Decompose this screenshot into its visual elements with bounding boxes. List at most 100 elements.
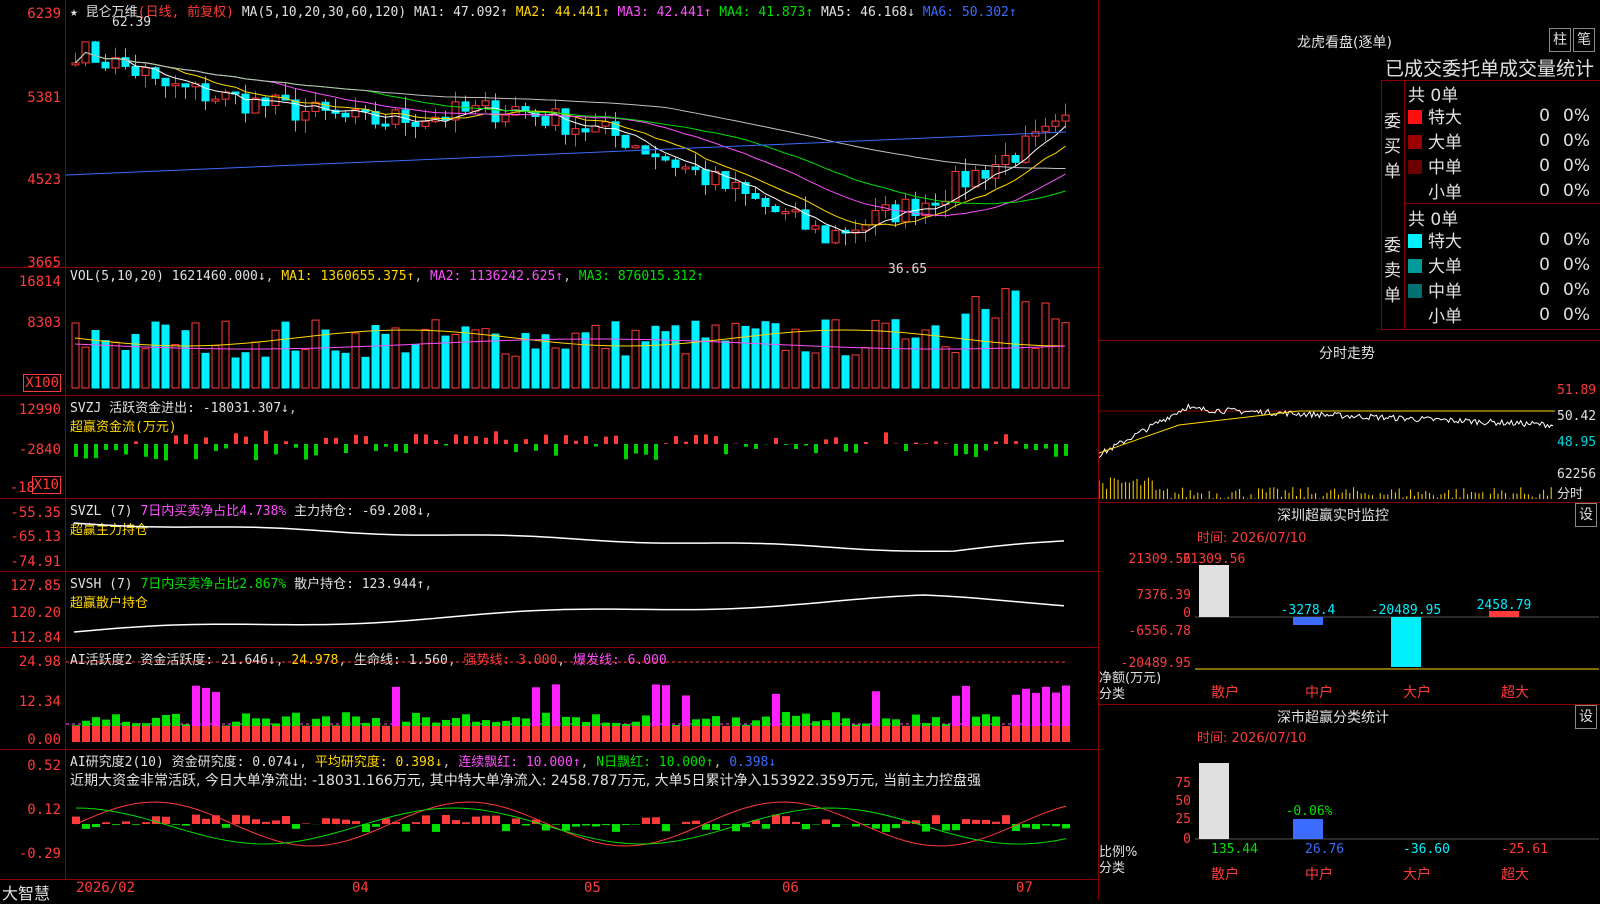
tick: 0: [1183, 606, 1191, 621]
volume-bar: [112, 342, 119, 388]
candle: [182, 84, 189, 87]
activity-base: [572, 726, 580, 742]
volume-bar: [882, 323, 889, 388]
row-pct: 0%: [1550, 227, 1590, 252]
ai-axis: 24.98 12.34 0.00: [0, 648, 66, 749]
volume-bar: [972, 297, 979, 388]
svsh-panel[interactable]: 127.85 120.20 112.84 SVSH (7) 7日内买卖净占比2.…: [0, 572, 1098, 648]
svsh-axis: 127.85 120.20 112.84: [0, 572, 66, 647]
research-bar: [222, 824, 230, 828]
research-bar: [302, 823, 310, 824]
volume-bar: [942, 347, 949, 388]
bar-value: -20489.95: [1371, 603, 1441, 618]
flow-bar: [594, 444, 598, 446]
svzj-panel[interactable]: 12990 -2840 -18 X10 SVZJ 活跃资金进出: -18031.…: [0, 396, 1098, 499]
row-pct: 0%: [1550, 103, 1590, 128]
research-bar: [692, 821, 700, 824]
volume-bar: [812, 353, 819, 388]
activity-base: [492, 726, 500, 742]
tick-view-button[interactable]: 笔: [1573, 28, 1595, 52]
volume-bar: [92, 331, 99, 388]
monitor-panel[interactable]: 深圳超赢实时监控 设 时间: 2026/07/10 净额(万元) 分类 2130…: [1098, 502, 1600, 704]
volume-bar: [192, 323, 199, 388]
activity-base: [962, 726, 970, 742]
research-bar: [112, 824, 120, 825]
price-panel[interactable]: 6239 5381 4523 3665 ★ 昆仑万维(日线, 前复权) MA(5…: [0, 0, 1098, 268]
candle: [812, 226, 819, 229]
flow-bar: [494, 431, 498, 444]
flow-bar: [614, 436, 618, 444]
flow-bar: [124, 444, 128, 454]
flow-bar: [94, 444, 98, 458]
svsh-chart[interactable]: [66, 572, 1098, 648]
sell-row-s: 小单00%: [1408, 302, 1590, 327]
activity-base: [352, 726, 360, 742]
activity-base: [942, 726, 950, 742]
flow-bar: [994, 441, 998, 444]
svzl-panel[interactable]: -55.35 -65.13 -74.91 SVZL (7) 7日内买卖净占比4.…: [0, 499, 1098, 572]
volume-bar: [512, 356, 519, 388]
volume-bar: [122, 350, 129, 388]
volume-bar: [302, 350, 309, 388]
activity-base: [392, 726, 400, 742]
research-bar: [92, 824, 100, 827]
flow-bar: [314, 444, 318, 455]
volume-panel[interactable]: 16814 8303 X100 VOL(5,10,20) 1621460.000…: [0, 268, 1098, 396]
volume-bar: [182, 331, 189, 388]
row-label: 小单: [1428, 307, 1462, 327]
bar-value: -3278.4: [1281, 603, 1336, 618]
lhb-panel: 龙虎看盘(逐单) 柱 笔 已成交委托单成交量统计 委买单 委卖单 共 0单 特大…: [1098, 0, 1600, 340]
flow-bar: [674, 436, 678, 444]
flow-bar: [174, 435, 178, 444]
row-pct: 0%: [1550, 252, 1590, 277]
volume-bar: [1012, 291, 1019, 388]
flow-bar: [844, 444, 848, 452]
research-bar: [372, 824, 380, 827]
activity-base: [812, 726, 820, 742]
class-bar: [1293, 819, 1323, 839]
ai-research-chart[interactable]: [66, 750, 1098, 880]
ai-activity-panel[interactable]: 24.98 12.34 0.00 AI活跃度2 资金活跃度: 21.646↓, …: [0, 648, 1098, 750]
intraday-chart[interactable]: [1099, 365, 1555, 501]
research-bar: [802, 824, 810, 829]
ai-research-panel[interactable]: 0.52 0.12 -0.29 AI研究度2(10) 资金研究度: 0.074↓…: [0, 750, 1098, 880]
volume-bar: [402, 353, 409, 388]
activity-base: [742, 726, 750, 742]
bar-value: 21309.56: [1183, 552, 1246, 567]
volume-bar: [712, 325, 719, 388]
volume-chart[interactable]: [66, 268, 1098, 396]
flow-bar: [194, 444, 198, 459]
monitor-chart[interactable]: 21309.567376.390-6556.78-20489.9521309.5…: [1099, 503, 1600, 705]
candle: [1052, 121, 1059, 126]
row-count: 0: [1520, 128, 1550, 153]
volume-bar: [202, 353, 209, 388]
activity-base: [632, 726, 640, 742]
volume-bar: [622, 356, 629, 388]
row-count: 0: [1520, 227, 1550, 252]
activity-base: [1022, 726, 1030, 742]
intraday-panel[interactable]: 分时走势 51.89 50.42 48.95 62256 分时: [1098, 340, 1600, 502]
row-label: 特大: [1428, 108, 1462, 128]
bar-view-button[interactable]: 柱: [1549, 28, 1571, 52]
flow-bar: [834, 437, 838, 444]
candle: [172, 84, 179, 86]
candle: [822, 226, 829, 243]
candle: [1022, 136, 1029, 162]
flow-bar: [84, 444, 88, 459]
tick: 50: [1175, 794, 1191, 809]
candle: [832, 230, 839, 243]
svzj-chart[interactable]: [66, 396, 1098, 499]
price-chart[interactable]: [66, 0, 1098, 268]
activity-base: [502, 726, 510, 742]
research-bar: [502, 824, 510, 831]
flow-bar: [334, 438, 338, 444]
svzj-unit: X10: [32, 476, 61, 494]
candle: [972, 170, 979, 186]
activity-base: [552, 726, 560, 742]
activity-base: [152, 726, 160, 742]
classify-chart[interactable]: 7550250-0.06%135.44散户26.76中户-36.60大户-25.…: [1099, 705, 1600, 901]
svzl-chart[interactable]: [66, 499, 1098, 572]
candle: [702, 170, 709, 185]
classify-panel[interactable]: 深市超赢分类统计 设 时间: 2026/07/10 比例% 分类 7550250…: [1098, 704, 1600, 900]
ai-activity-chart[interactable]: [66, 648, 1098, 750]
